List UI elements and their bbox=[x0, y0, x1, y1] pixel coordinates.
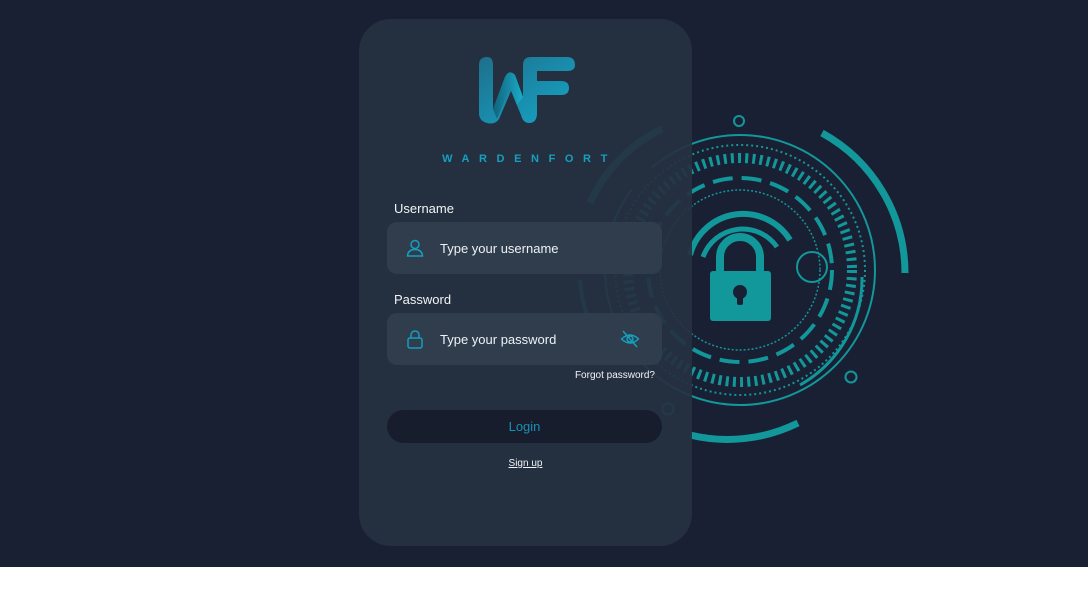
outer-arc-3 bbox=[689, 419, 800, 443]
user-icon bbox=[406, 239, 424, 257]
padlock-icon bbox=[710, 233, 771, 321]
signup-link[interactable]: Sign up bbox=[359, 458, 692, 469]
lock-icon bbox=[407, 330, 423, 349]
username-field[interactable] bbox=[387, 222, 662, 274]
login-card: WARDENFORT Username Password Forgot pass… bbox=[359, 19, 692, 546]
dot-circle-top bbox=[733, 115, 745, 127]
forgot-password-link[interactable]: Forgot password? bbox=[575, 370, 655, 381]
wardenfort-logo bbox=[479, 57, 575, 124]
dot-circle-right bbox=[796, 251, 828, 283]
eye-off-icon[interactable] bbox=[620, 329, 640, 349]
password-label: Password bbox=[394, 292, 452, 307]
login-button[interactable]: Login bbox=[387, 410, 662, 443]
dot-circle-bottom-right bbox=[844, 370, 858, 384]
username-input[interactable] bbox=[440, 222, 600, 274]
login-screen: WARDENFORT Username Password Forgot pass… bbox=[0, 0, 1088, 567]
brand-name: WARDENFORT bbox=[442, 153, 617, 165]
username-label: Username bbox=[394, 201, 454, 216]
password-input[interactable] bbox=[440, 313, 600, 365]
password-field[interactable] bbox=[387, 313, 662, 365]
